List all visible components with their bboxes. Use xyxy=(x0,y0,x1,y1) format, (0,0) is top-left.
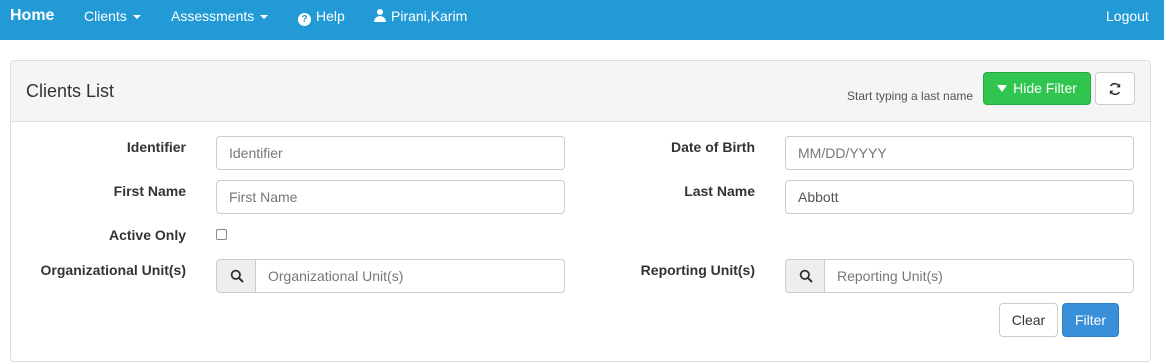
user-icon xyxy=(374,9,386,22)
refresh-button[interactable] xyxy=(1095,72,1135,105)
assessments-menu[interactable]: Assessments xyxy=(171,0,269,32)
identifier-label: Identifier xyxy=(126,139,186,155)
page-title: Clients List xyxy=(26,81,115,101)
reporting-unit-search-button[interactable] xyxy=(785,259,825,293)
filter-button[interactable]: Filter xyxy=(1062,303,1119,337)
date-of-birth-label: Date of Birth xyxy=(671,139,755,155)
search-icon xyxy=(230,269,244,283)
org-unit-input[interactable] xyxy=(255,259,565,293)
clients-menu-label: Clients xyxy=(84,8,127,24)
date-of-birth-input[interactable] xyxy=(785,136,1134,170)
top-navbar: Home Clients Assessments ? Help Pirani,Ka… xyxy=(0,0,1164,40)
active-only-checkbox[interactable] xyxy=(216,229,227,240)
clients-menu[interactable]: Clients xyxy=(84,0,141,32)
hide-filter-label: Hide Filter xyxy=(1013,80,1077,96)
clear-button[interactable]: Clear xyxy=(999,303,1058,337)
active-only-label: Active Only xyxy=(108,227,186,243)
search-icon xyxy=(799,269,813,283)
org-unit-label: Organizational Unit(s) xyxy=(40,262,186,278)
hide-filter-button[interactable]: Hide Filter xyxy=(983,72,1091,105)
refresh-icon xyxy=(1109,83,1121,96)
last-name-label: Last Name xyxy=(684,183,755,199)
help-link[interactable]: ? Help xyxy=(298,0,345,32)
home-link[interactable]: Home xyxy=(10,0,54,32)
reporting-unit-input[interactable] xyxy=(824,259,1134,293)
first-name-label: First Name xyxy=(113,183,186,199)
logout-link[interactable]: Logout xyxy=(1106,0,1149,32)
search-hint: Start typing a last name xyxy=(847,89,974,103)
last-name-input[interactable] xyxy=(785,180,1134,214)
org-unit-search-button[interactable] xyxy=(216,259,256,293)
assessments-menu-label: Assessments xyxy=(171,8,255,24)
user-menu[interactable]: Pirani,Karim xyxy=(374,0,467,32)
reporting-unit-label: Reporting Unit(s) xyxy=(640,262,755,278)
panel-heading: Clients List Start typing a last name Hi… xyxy=(11,61,1150,122)
filter-icon xyxy=(997,84,1008,92)
caret-down-icon xyxy=(132,15,141,20)
caret-down-icon xyxy=(260,15,269,20)
help-icon: ? xyxy=(298,13,311,26)
identifier-input[interactable] xyxy=(216,136,565,170)
user-name: Pirani,Karim xyxy=(391,8,468,24)
help-label: Help xyxy=(316,8,345,24)
first-name-input[interactable] xyxy=(216,180,565,214)
